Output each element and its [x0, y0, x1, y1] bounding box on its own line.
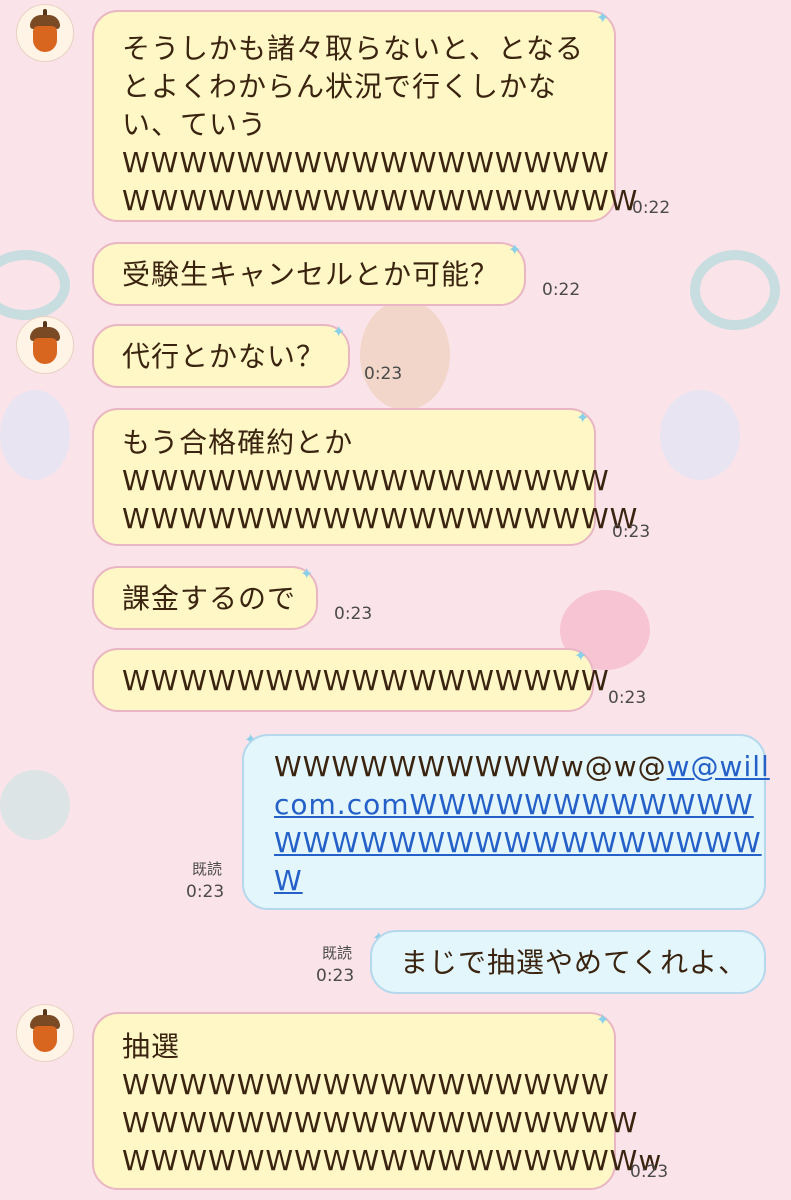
message-text: W [274, 864, 303, 897]
background-decoration [0, 390, 70, 480]
sparkle-icon: ✦ [300, 564, 314, 583]
message-bubble[interactable]: もう合格確約とか WWWWWWWWWWWWWWWWW WWWWWWWWWWWWW… [92, 408, 639, 546]
message-time: 0:23 [364, 364, 403, 384]
message-text: WWWWWWWWWWWWWWWWW [122, 664, 610, 697]
message-text: WWWWWWWWWWWWWWWWWW [122, 184, 639, 217]
message-time: 0:22 [542, 280, 581, 300]
message-text: WWWWWWWWWWWWWWWWWWw [122, 1144, 663, 1177]
contact-avatar[interactable] [16, 1004, 74, 1062]
background-decoration [690, 250, 780, 330]
message-text: WWWWWWWWWWWWWWWWW [274, 826, 762, 859]
background-decoration [0, 770, 70, 840]
message-text: WWWWWWWWWWWW [409, 788, 754, 821]
message-time: 0:23 [186, 882, 225, 902]
message-time: 0:22 [632, 198, 671, 218]
message-text: 代行とかない？ [122, 340, 326, 373]
message-bubble[interactable]: 代行とかない？ [92, 324, 350, 388]
contact-avatar[interactable] [16, 4, 74, 62]
sparkle-icon: ✦ [576, 408, 590, 427]
sparkle-icon: ✦ [596, 1010, 610, 1029]
message-text: WWWWWWWWWWWWWWWWWW [122, 502, 639, 535]
message-bubble[interactable]: 抽選 WWWWWWWWWWWWWWWWW WWWWWWWWWWWWWWWWWW … [92, 1012, 663, 1190]
sparkle-icon: ✦ [332, 322, 346, 341]
sparkle-icon: ✦ [574, 646, 588, 665]
message-time: 0:23 [316, 966, 355, 986]
sparkle-icon: ✦ [508, 240, 522, 259]
message-bubble[interactable]: まじで抽選やめてくれよ、 [370, 930, 766, 994]
message-bubble[interactable]: WWWWWWWWWWw@w@w@will com.comWWWWWWWWWWWW… [242, 734, 769, 910]
sparkle-icon: ✦ [596, 8, 610, 27]
message-text: 抽選 [122, 1030, 181, 1063]
message-text: 受験生キャンセルとか可能？ [122, 258, 500, 291]
contact-avatar[interactable] [16, 316, 74, 374]
message-time: 0:23 [630, 1162, 669, 1182]
message-text: WWWWWWWWWWWWWWWWW [122, 464, 610, 497]
message-text: WWWWWWWWWWw@w@ [274, 750, 667, 783]
message-text: 課金するので [122, 582, 297, 615]
email-link[interactable]: w@will [667, 750, 770, 783]
message-text: とよくわからん状況で行くしかな [122, 70, 558, 103]
read-receipt: 既読 [192, 860, 223, 878]
message-text: い、ていう [122, 108, 268, 141]
message-text: WWWWWWWWWWWWWWWWW [122, 1068, 610, 1101]
message-text: WWWWWWWWWWWWWWWWW [122, 146, 610, 179]
message-text: まじで抽選やめてくれよ、 [400, 946, 748, 979]
background-decoration [0, 250, 70, 320]
message-time: 0:23 [608, 688, 647, 708]
message-text: そうしかも諸々取らないと、となる [122, 32, 585, 65]
message-text: WWWWWWWWWWWWWWWWWW [122, 1106, 639, 1139]
message-bubble[interactable]: WWWWWWWWWWWWWWWWW [92, 648, 610, 712]
message-bubble[interactable]: 課金するので [92, 566, 318, 630]
message-time: 0:23 [334, 604, 373, 624]
message-time: 0:23 [612, 522, 651, 542]
message-text: もう合格確約とか [122, 426, 354, 459]
background-decoration [360, 300, 450, 410]
message-bubble[interactable]: そうしかも諸々取らないと、となる とよくわからん状況で行くしかな い、ていう W… [92, 10, 639, 222]
message-bubble[interactable]: 受験生キャンセルとか可能？ [92, 242, 526, 306]
background-decoration [660, 390, 740, 480]
email-link[interactable]: com.com [274, 788, 410, 821]
read-receipt: 既読 [322, 944, 353, 962]
